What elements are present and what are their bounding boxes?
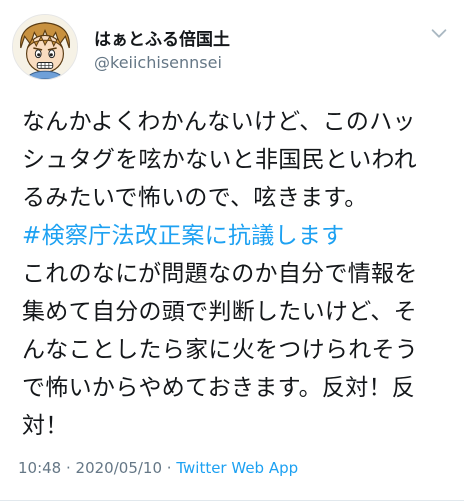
tweet-meta: 10:48 · 2020/05/10 · Twitter Web App bbox=[18, 459, 298, 477]
tweet-text-line: なんかよくわかんないけど、このハッ bbox=[22, 109, 416, 135]
tweet-source-link[interactable]: Twitter Web App bbox=[176, 459, 298, 477]
meta-separator: · bbox=[162, 459, 177, 477]
tweet-text-line: 対！ bbox=[22, 413, 69, 439]
tweet-text-line: これのなにが問題なのか自分で情報を bbox=[22, 261, 418, 287]
cartoon-avatar-icon bbox=[13, 15, 77, 79]
tweet-text-line: シュタグを呟かないと非国民といわれ bbox=[22, 147, 417, 173]
tweet-time[interactable]: 10:48 bbox=[18, 459, 61, 477]
user-handle[interactable]: @keiichisennsei bbox=[94, 53, 222, 72]
tweet-text-line: で怖いからやめておきます。反対！反 bbox=[22, 375, 416, 401]
tweet-text: なんかよくわかんないけど、このハッ シュタグを呟かないと非国民といわれ るみたい… bbox=[22, 103, 447, 445]
meta-separator: · bbox=[61, 459, 76, 477]
tweet-date[interactable]: 2020/05/10 bbox=[76, 459, 162, 477]
display-name[interactable]: はぁとふる倍国土 bbox=[94, 25, 230, 50]
tweet-text-line: 集めて自分の頭で判断したいけど、そ bbox=[22, 299, 417, 325]
avatar[interactable] bbox=[12, 14, 78, 80]
divider bbox=[0, 500, 464, 501]
hashtag-link[interactable]: #検察庁法改正案に抗議します bbox=[22, 217, 447, 255]
tweet-text-line: るみたいで怖いので、呟きます。 bbox=[22, 185, 368, 211]
tweet: はぁとふる倍国土 @keiichisennsei なんかよくわかんないけど、この… bbox=[0, 0, 464, 504]
chevron-down-icon[interactable] bbox=[428, 22, 450, 44]
tweet-text-line: んなことしたら家に火をつけられそう bbox=[22, 337, 419, 363]
